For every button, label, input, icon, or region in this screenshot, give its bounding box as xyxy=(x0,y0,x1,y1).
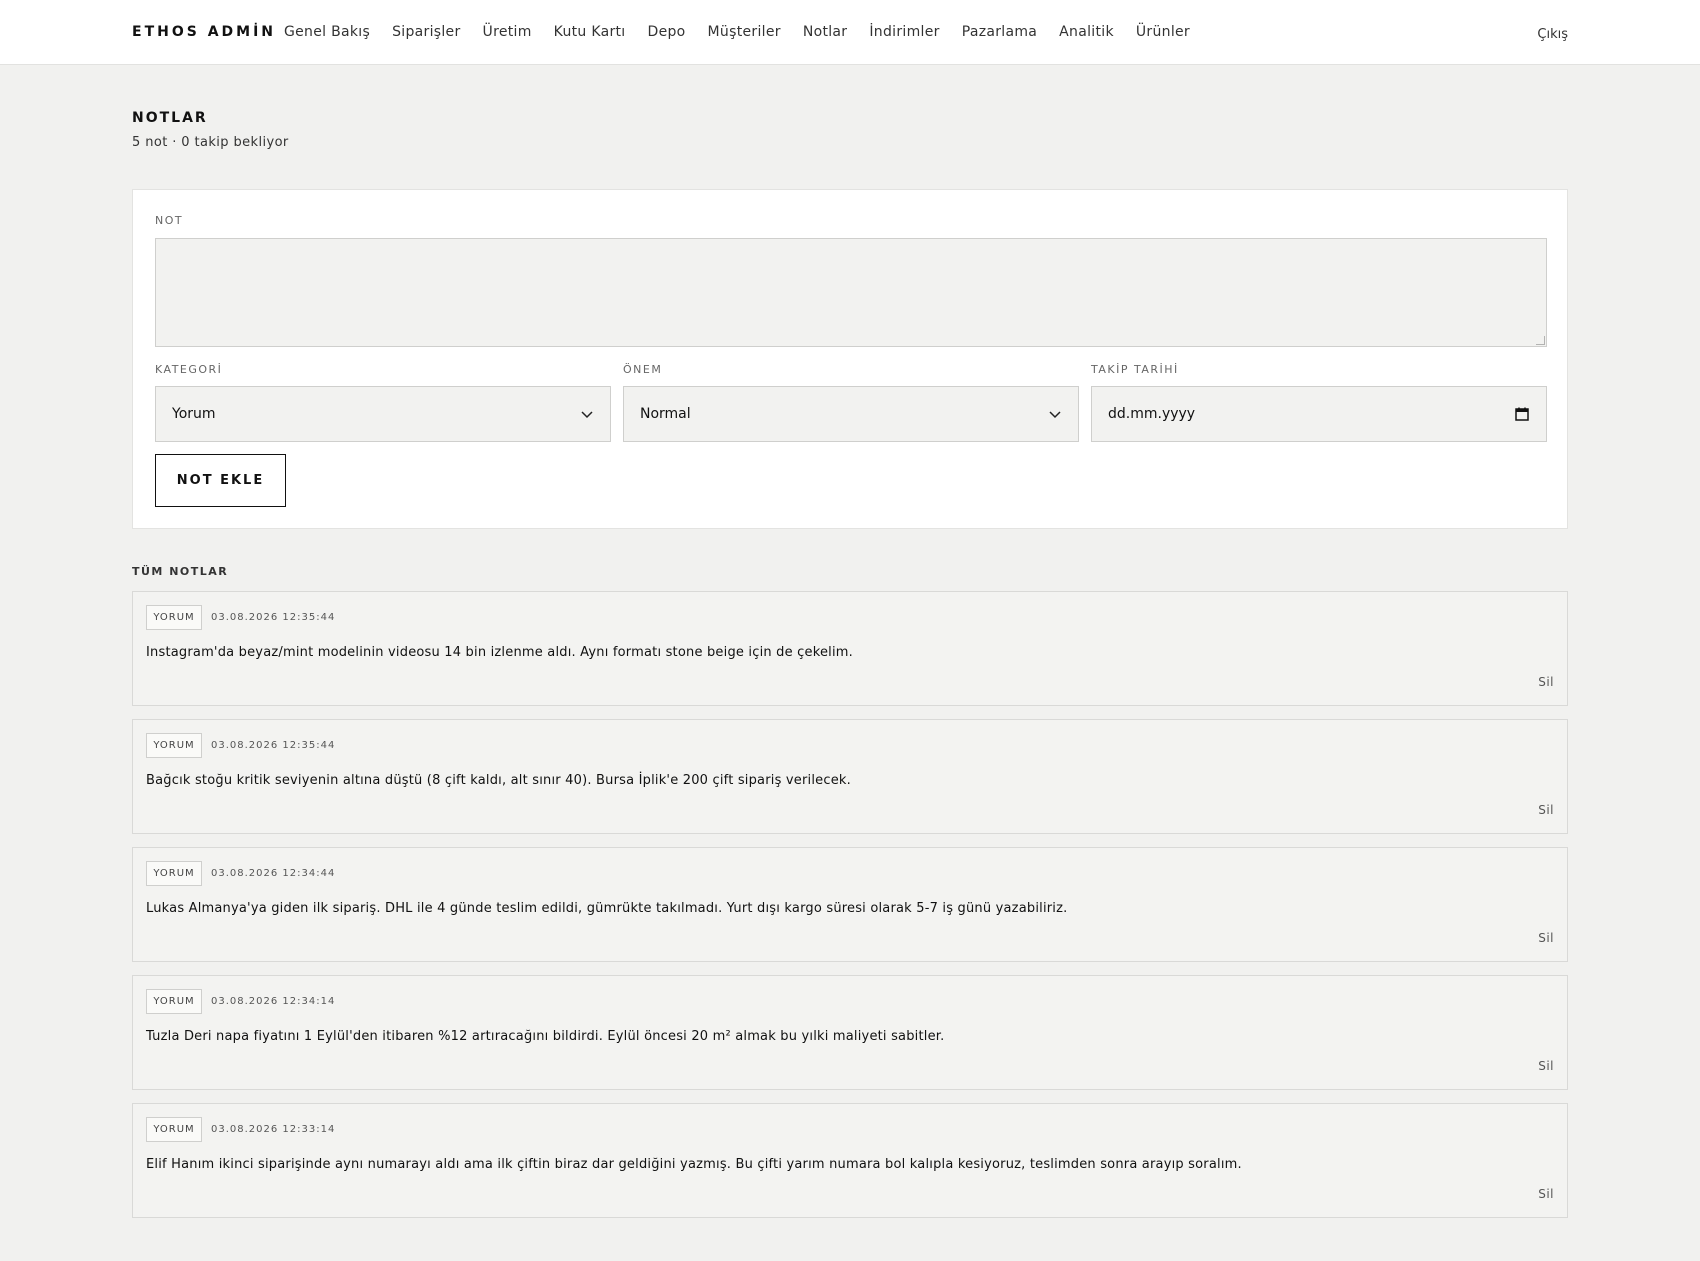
category-badge: YORUM xyxy=(146,1117,202,1142)
category-badge: YORUM xyxy=(146,605,202,630)
note-textarea[interactable] xyxy=(155,238,1547,347)
nav-item-notlar[interactable]: Notlar xyxy=(803,24,848,40)
top-navigation-bar: ETHOS ADMİN Genel Bakış Siparişler Üreti… xyxy=(0,0,1700,65)
category-label: KATEGORİ xyxy=(155,363,223,376)
category-badge: YORUM xyxy=(146,733,202,758)
note-text: Lukas Almanya'ya giden ilk sipariş. DHL … xyxy=(146,901,1068,916)
note-text: Instagram'da beyaz/mint modelinin videos… xyxy=(146,645,853,660)
nav-item-analitik[interactable]: Analitik xyxy=(1059,24,1114,40)
note-item: YORUM 03.08.2026 12:35:44 Instagram'da b… xyxy=(132,591,1568,706)
note-timestamp: 03.08.2026 12:34:44 xyxy=(211,868,336,879)
followup-date-placeholder: dd.mm.yyyy xyxy=(1108,406,1196,422)
nav-item-urunler[interactable]: Ürünler xyxy=(1136,24,1190,40)
page-title: NOTLAR xyxy=(132,110,208,126)
priority-select-value: Normal xyxy=(640,406,691,422)
delete-note-button[interactable]: Sil xyxy=(1538,675,1554,689)
all-notes-heading: TÜM NOTLAR xyxy=(132,565,229,578)
delete-note-button[interactable]: Sil xyxy=(1538,1187,1554,1201)
category-select-value: Yorum xyxy=(172,406,216,422)
note-label: NOT xyxy=(155,214,184,227)
nav-item-depo[interactable]: Depo xyxy=(648,24,686,40)
priority-label: ÖNEM xyxy=(623,363,663,376)
note-item: YORUM 03.08.2026 12:34:14 Tuzla Deri nap… xyxy=(132,975,1568,1090)
note-timestamp: 03.08.2026 12:35:44 xyxy=(211,612,336,623)
resize-handle-icon[interactable] xyxy=(1536,336,1545,345)
category-badge: YORUM xyxy=(146,861,202,886)
chevron-down-icon xyxy=(1049,411,1061,419)
delete-note-button[interactable]: Sil xyxy=(1538,803,1554,817)
add-note-button[interactable]: NOT EKLE xyxy=(155,454,286,507)
note-item: YORUM 03.08.2026 12:34:44 Lukas Almanya'… xyxy=(132,847,1568,962)
delete-note-button[interactable]: Sil xyxy=(1538,1059,1554,1073)
followup-date-input[interactable]: dd.mm.yyyy xyxy=(1091,386,1547,442)
note-item: YORUM 03.08.2026 12:35:44 Bağcık stoğu k… xyxy=(132,719,1568,834)
category-badge: YORUM xyxy=(146,989,202,1014)
calendar-icon[interactable] xyxy=(1514,406,1530,422)
nav-item-uretim[interactable]: Üretim xyxy=(483,24,532,40)
nav-item-genel-bakis[interactable]: Genel Bakış xyxy=(284,24,370,40)
note-timestamp: 03.08.2026 12:34:14 xyxy=(211,996,336,1007)
nav-item-pazarlama[interactable]: Pazarlama xyxy=(962,24,1037,40)
note-form-card: NOT KATEGORİ Yorum ÖNEM Normal TAKİP TAR… xyxy=(132,189,1568,529)
page-subtitle: 5 not · 0 takip bekliyor xyxy=(132,135,289,150)
note-text: Bağcık stoğu kritik seviyenin altına düş… xyxy=(146,773,851,788)
delete-note-button[interactable]: Sil xyxy=(1538,931,1554,945)
nav-item-kutu-karti[interactable]: Kutu Kartı xyxy=(554,24,626,40)
nav-item-siparisler[interactable]: Siparişler xyxy=(392,24,460,40)
notes-list: YORUM 03.08.2026 12:35:44 Instagram'da b… xyxy=(132,591,1568,1231)
nav-item-musteriler[interactable]: Müşteriler xyxy=(708,24,781,40)
main-nav: Genel Bakış Siparişler Üretim Kutu Kartı… xyxy=(284,24,1212,40)
note-text: Tuzla Deri napa fiyatını 1 Eylül'den iti… xyxy=(146,1029,945,1044)
chevron-down-icon xyxy=(581,411,593,419)
nav-item-indirimler[interactable]: İndirimler xyxy=(869,24,939,40)
note-timestamp: 03.08.2026 12:35:44 xyxy=(211,740,336,751)
priority-select[interactable]: Normal xyxy=(623,386,1079,442)
note-item: YORUM 03.08.2026 12:33:14 Elif Hanım iki… xyxy=(132,1103,1568,1218)
note-timestamp: 03.08.2026 12:33:14 xyxy=(211,1124,336,1135)
category-select[interactable]: Yorum xyxy=(155,386,611,442)
followup-date-label: TAKİP TARİHİ xyxy=(1091,363,1179,376)
brand-logo[interactable]: ETHOS ADMİN xyxy=(132,24,276,40)
note-text: Elif Hanım ikinci siparişinde aynı numar… xyxy=(146,1157,1242,1172)
logout-link[interactable]: Çıkış xyxy=(1537,27,1568,42)
